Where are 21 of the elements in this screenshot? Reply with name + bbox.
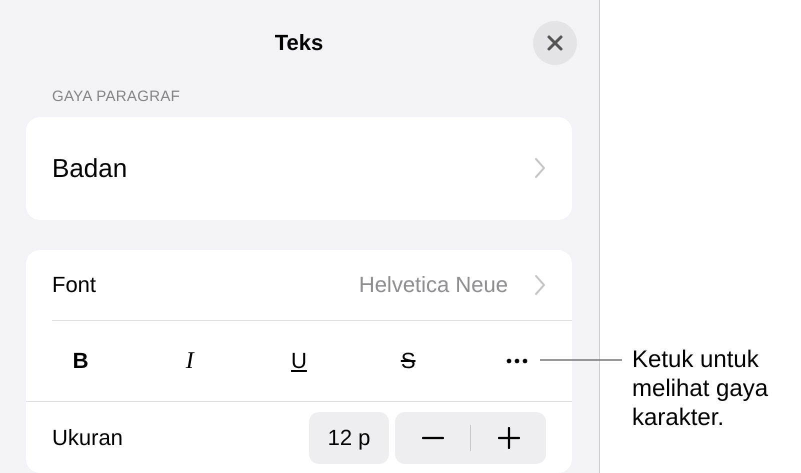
panel-title: Teks	[274, 30, 324, 56]
callout-text: Ketuk untuk melihat gaya karakter.	[632, 345, 770, 432]
font-label: Font	[52, 272, 96, 298]
ellipsis-icon	[506, 358, 528, 364]
plus-icon	[498, 426, 520, 448]
size-value-button[interactable]: 12 p	[309, 412, 389, 464]
paragraph-style-row[interactable]: Badan	[26, 116, 572, 220]
chevron-icon	[534, 157, 546, 180]
font-value: Helvetica Neue	[358, 272, 508, 298]
section-label: GAYA PARAGRAF	[51, 86, 182, 107]
chevron-icon	[534, 274, 546, 296]
minus-icon	[422, 436, 444, 440]
strikethrough-button[interactable]: S	[378, 339, 438, 383]
italic-button[interactable]: I	[160, 339, 220, 383]
size-label: Ukuran	[52, 424, 123, 450]
close-icon	[546, 34, 564, 52]
paragraph-style-name: Badan	[52, 152, 128, 184]
bold-button[interactable]: B	[50, 339, 111, 383]
underline-button[interactable]: U	[268, 339, 329, 383]
font-row[interactable]: Font Helvetica Neue	[52, 250, 572, 321]
close-button[interactable]	[533, 21, 577, 65]
